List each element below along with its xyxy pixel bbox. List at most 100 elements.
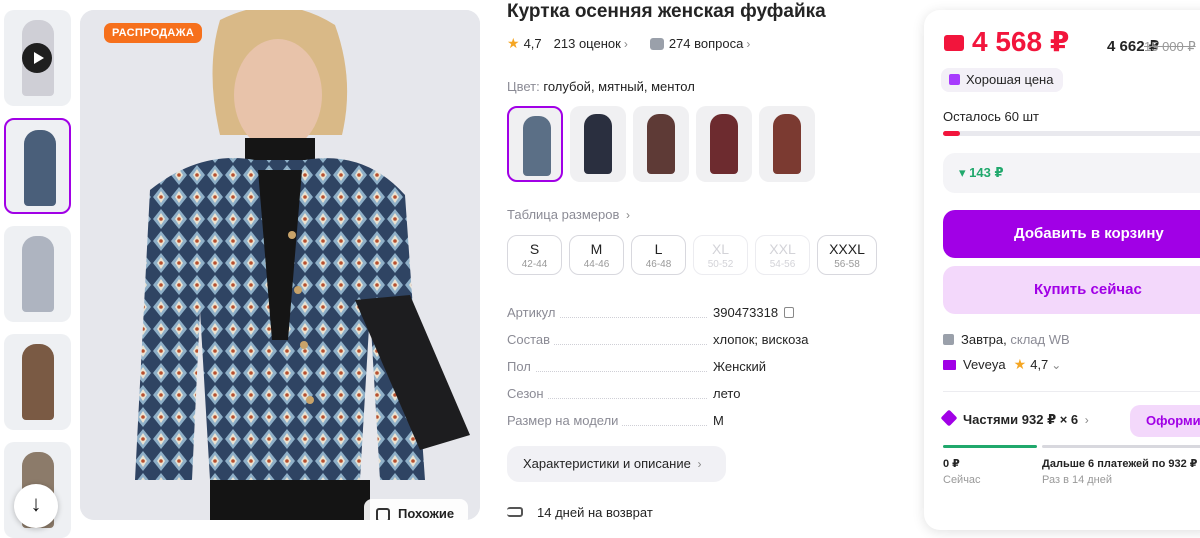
similar-label: Похожие: [398, 506, 455, 520]
size-table-link[interactable]: Таблица размеров ›: [507, 207, 630, 222]
add-to-cart-button[interactable]: Добавить в корзину: [943, 210, 1200, 258]
thumbnail-column: [0, 10, 72, 538]
size-ru: 42-44: [521, 259, 548, 270]
copy-icon[interactable]: [784, 307, 795, 318]
stock-bar: [943, 131, 1200, 136]
rating-value: 4,7: [523, 36, 542, 51]
size-table-label: Таблица размеров: [507, 207, 620, 222]
thumb-figure: [22, 236, 54, 312]
rating-row: ★ 4,7 213 оценок › 274 вопроса ›: [507, 35, 750, 52]
color-swatch[interactable]: [570, 106, 626, 182]
star-icon: ★: [1013, 356, 1027, 372]
color-label: Цвет:: [507, 79, 540, 94]
size-button-xxxl[interactable]: XXXL 56-58: [817, 235, 877, 275]
similar-icon: [376, 508, 390, 520]
box-icon: [943, 334, 954, 345]
spec-value: хлопок; вискоза: [713, 332, 809, 347]
color-swatch[interactable]: [696, 106, 752, 182]
size-ru: 44-46: [583, 259, 610, 270]
product-photo[interactable]: РАСПРОДАЖА Похожие: [80, 10, 480, 520]
spec-value: Женский: [713, 359, 766, 374]
reviews-link[interactable]: 213 оценок: [554, 36, 621, 51]
thumbnail[interactable]: [4, 334, 71, 430]
color-swatch[interactable]: [759, 106, 815, 182]
spec-value: M: [713, 413, 724, 428]
thumbnail[interactable]: [4, 226, 71, 322]
chevron-down-icon: ⌄: [1051, 357, 1062, 372]
pay-later-caption: Раз в 14 дней: [1042, 474, 1113, 486]
swatch-figure: [773, 114, 801, 174]
spec-key: Размер на модели: [507, 413, 623, 428]
installments-link[interactable]: Частями 932 ₽ × 6 ›: [940, 409, 1089, 428]
spec-key: Артикул: [507, 305, 560, 320]
size-label: XL: [711, 241, 730, 257]
seller-name[interactable]: Veveya: [963, 357, 1006, 372]
stock-text: Осталось 60 шт: [943, 109, 1039, 124]
question-icon: [649, 37, 664, 50]
return-info: 14 дней на возврат: [507, 505, 653, 520]
product-photo-illustration: [80, 10, 480, 520]
size-button-xxl: XXL 54-56: [755, 235, 810, 275]
delivery-date: Завтра,: [961, 332, 1007, 347]
return-icon: [507, 507, 523, 517]
arrow-down-icon: ↓: [30, 491, 42, 516]
spec-row-composition: Состав хлопок; вискоза: [507, 332, 817, 350]
chevron-right-icon: ›: [626, 208, 631, 222]
scroll-down-button[interactable]: ↓: [14, 484, 58, 528]
thumb-figure: [22, 344, 54, 420]
size-button-l[interactable]: L 46-48: [631, 235, 686, 275]
good-price-label: Хорошая цена: [966, 72, 1054, 87]
wallet-icon: [944, 35, 964, 51]
size-label: S: [529, 241, 540, 257]
buy-now-button[interactable]: Купить сейчас: [943, 266, 1200, 314]
size-button-s[interactable]: S 42-44: [507, 235, 562, 275]
thumbnail-selected[interactable]: [4, 118, 71, 214]
payment-progress-now: [943, 445, 1037, 448]
payment-progress-later: [1042, 445, 1200, 448]
color-line: Цвет: голубой, мятный, ментол: [507, 79, 695, 94]
color-swatch[interactable]: [633, 106, 689, 182]
spec-row-season: Сезон лето: [507, 386, 817, 404]
chevron-right-icon: ›: [623, 36, 628, 51]
color-value: голубой, мятный, ментол: [543, 79, 695, 94]
discount-box[interactable]: ▾ 143 ₽: [943, 153, 1200, 193]
spec-value: 390473318: [713, 305, 795, 320]
checkout-installments-button[interactable]: Оформи: [1130, 405, 1200, 437]
warehouse-label: склад WB: [1010, 332, 1070, 347]
seller-row[interactable]: Veveya ★ 4,7 ⌄: [943, 356, 1061, 373]
pay-now-amount: 0 ₽: [943, 458, 960, 470]
spec-row-gender: Пол Женский: [507, 359, 817, 377]
article-number[interactable]: 390473318: [713, 305, 778, 320]
size-label: L: [654, 241, 663, 257]
size-button-m[interactable]: M 44-46: [569, 235, 624, 275]
installments-icon: [940, 409, 958, 427]
dotted-leader: [507, 371, 707, 372]
size-ru: 50-52: [707, 259, 734, 270]
thumb-figure: [24, 130, 56, 206]
star-icon: ★: [507, 35, 520, 51]
good-price-badge[interactable]: Хорошая цена: [941, 68, 1064, 92]
thumbs-up-icon: [949, 74, 960, 85]
swatch-figure: [523, 116, 551, 176]
chevron-right-icon: ›: [1084, 413, 1089, 427]
price-wallet: 4 568 ₽: [972, 26, 1070, 57]
size-label: M: [590, 241, 603, 257]
spec-row-model-size: Размер на модели M: [507, 413, 817, 431]
crown-icon: [943, 359, 956, 370]
characteristics-label: Характеристики и описание: [523, 456, 691, 471]
play-icon: [22, 43, 52, 73]
size-ru: 56-58: [834, 259, 860, 270]
thumbnail-video[interactable]: [4, 10, 71, 106]
questions-link[interactable]: 274 вопроса: [669, 36, 744, 51]
return-text: 14 дней на возврат: [537, 505, 653, 520]
color-swatch-selected[interactable]: [507, 106, 563, 182]
pay-later-amount: Дальше 6 платежей по 932 ₽: [1042, 458, 1198, 470]
divider: [943, 391, 1200, 392]
spec-row-article: Артикул 390473318: [507, 305, 817, 323]
characteristics-button[interactable]: Характеристики и описание ›: [507, 446, 726, 482]
size-ru: 46-48: [645, 259, 672, 270]
product-title: Куртка осенняя женская фуфайка: [507, 1, 826, 22]
chevron-right-icon: ›: [746, 36, 751, 51]
buy-panel: 4 568 ₽ 4 662 ₽ 15 000 ₽ Хорошая цена Ос…: [924, 10, 1200, 530]
pay-now-caption: Сейчас: [943, 474, 981, 486]
